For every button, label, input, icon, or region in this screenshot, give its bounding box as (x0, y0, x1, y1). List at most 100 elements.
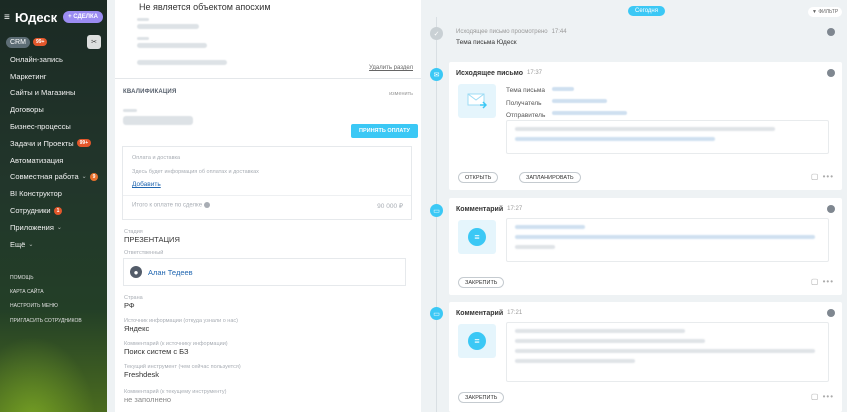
sidebar-menu: Онлайн-запись Маркетинг Сайты и Магазины До… (0, 50, 107, 253)
blur-line (515, 127, 775, 131)
filter-button[interactable]: ▼ ФИЛЬТР (808, 7, 843, 17)
sidebar-item[interactable]: Ещё ⌄ (0, 236, 107, 253)
section-title: Не является объектом апосхим (139, 2, 271, 12)
comment-title: Комментарий (456, 309, 504, 317)
sidebar-footer-link[interactable]: Карта сайта (0, 285, 107, 299)
responsible-box: ● Алан Тедеев (123, 258, 406, 286)
blur-line (515, 225, 585, 229)
more-icon[interactable]: ▢ ••• (811, 172, 834, 181)
sidebar-footer-link[interactable]: Помощь (0, 271, 107, 285)
comment-time: 17:21 (507, 310, 523, 316)
blur-line (515, 329, 685, 333)
counter-badge: 99+ (76, 139, 92, 148)
new-deal-button[interactable]: + СДЕЛКА (63, 11, 103, 23)
blur-line (137, 37, 149, 40)
field-value[interactable]: Поиск систем с БЗ (124, 347, 228, 356)
sidebar-item[interactable]: Сайты и Магазины (0, 85, 107, 102)
field-value[interactable]: Freshdesk (124, 370, 241, 379)
chevron-down-icon: ⌄ (56, 224, 62, 231)
more-icon[interactable]: ▢ ••• (811, 277, 834, 286)
field-value[interactable]: Яндекс (124, 324, 238, 333)
sidebar-item[interactable]: Бизнес-процессы (0, 118, 107, 135)
field-label: Ответственный (124, 250, 164, 256)
sidebar-item[interactable]: Договоры (0, 101, 107, 118)
total-value: 90 000 ₽ (377, 203, 403, 210)
sidebar-item[interactable]: Приложения ⌄ (0, 219, 107, 236)
blurred-fields (137, 18, 413, 65)
accept-payment-button[interactable]: ПРИНЯТЬ ОПЛАТУ (351, 124, 418, 138)
sidebar-item-label: Совместная работа (10, 172, 79, 182)
comment-title: Комментарий (456, 205, 504, 213)
viewed-subject: Тема письма Юдеск (456, 39, 517, 46)
field-value[interactable]: не заполнено (124, 395, 226, 404)
sidebar-item[interactable]: Совместная работа ⌄ 9 (0, 169, 107, 186)
responsible-name[interactable]: Алан Тедеев (148, 268, 193, 277)
sidebar-footer-link[interactable]: Настроить меню (0, 299, 107, 313)
sidebar-item-label: Приложения (10, 222, 54, 232)
deal-section-top: Не является объектом апосхим Удалить раз… (115, 0, 421, 79)
comment-body (506, 218, 829, 262)
sidebar-item[interactable]: Автоматизация (0, 152, 107, 169)
email-meta-values (552, 87, 627, 115)
email-meta-labels: Тема письма Получатель Отправитель (506, 85, 545, 123)
sidebar-item[interactable]: BI Конструктор (0, 185, 107, 202)
sidebar-item-label: Договоры (10, 105, 44, 115)
avatar (827, 309, 835, 317)
sidebar-item-crm[interactable]: CRM (6, 36, 30, 48)
mail-icon (458, 84, 496, 118)
counter-badge: 1 (53, 206, 63, 215)
today-badge: Сегодня (628, 6, 665, 16)
sidebar-item-label: Онлайн-запись (10, 54, 63, 64)
sidebar-item-label: BI Конструктор (10, 189, 62, 199)
viewed-time: 17:44 (551, 29, 567, 35)
divider (123, 195, 411, 196)
chevron-down-icon: ⌄ (28, 241, 34, 248)
delete-section-link[interactable]: Удалить раздел (369, 65, 413, 71)
sidebar-item[interactable]: Онлайн-запись (0, 51, 107, 68)
change-link[interactable]: изменить (389, 91, 413, 97)
more-icon[interactable]: ▢ ••• (811, 392, 834, 401)
blur-line (552, 99, 607, 103)
email-subject-label: Тема письма (506, 87, 545, 94)
blur-line (515, 339, 705, 343)
counter-badge: 9 (89, 172, 99, 181)
viewed-title: Исходящее письмо просмотрено (456, 29, 548, 35)
stage-field: Стадия ПРЕЗЕНТАЦИЯ (124, 229, 180, 244)
scissors-icon[interactable]: ✂ (87, 35, 101, 49)
sidebar: ≡ Юдеск + СДЕЛКА CRM 99+ ✂ Онлайн-запись… (0, 0, 107, 412)
blur-line (552, 87, 574, 91)
logo[interactable]: Юдеск (15, 10, 57, 25)
blur-line (137, 43, 207, 48)
tool-comment-field: Комментарий (к текущему инструменту) не … (124, 389, 226, 404)
qualification-heading: КВАЛИФИКАЦИЯ (123, 89, 177, 95)
pin-button[interactable]: ЗАКРЕПИТЬ (458, 392, 505, 403)
check-icon: ✓ (430, 27, 443, 40)
sidebar-item[interactable]: Маркетинг (0, 68, 107, 85)
blur-line (515, 235, 815, 239)
sidebar-item[interactable]: Задачи и Проекты 99+ (0, 135, 107, 152)
pin-button[interactable]: ЗАКРЕПИТЬ (458, 277, 505, 288)
add-payment-link[interactable]: Добавить (132, 181, 161, 188)
comment-body (506, 322, 829, 382)
sidebar-header: ≡ Юдеск + СДЕЛКА (0, 0, 107, 34)
blur-line (515, 359, 635, 363)
timeline-viewed-item: Исходящее письмо просмотрено 17:44 Тема … (449, 24, 842, 56)
schedule-button[interactable]: ЗАПЛАНИРОВАТЬ (519, 172, 581, 183)
crm-badge: 99+ (32, 38, 48, 46)
sidebar-background-image (0, 322, 107, 412)
timeline-comment-card: Комментарий 17:21 ≡ ЗАКРЕПИТЬ ▢ ••• (449, 302, 842, 412)
avatar: ● (130, 266, 142, 278)
blur-amount (123, 116, 193, 125)
blur-line (552, 111, 627, 115)
open-button[interactable]: ОТКРЫТЬ (458, 172, 499, 183)
payment-box: Оплата и доставка Здесь будет информация… (122, 146, 412, 220)
sidebar-item[interactable]: Сотрудники 1 (0, 202, 107, 219)
menu-icon[interactable]: ≡ (4, 12, 13, 23)
avatar (827, 69, 835, 77)
field-value[interactable]: РФ (124, 301, 143, 310)
blur-line (515, 349, 815, 353)
field-value[interactable]: ПРЕЗЕНТАЦИЯ (124, 235, 180, 244)
total-label: Итого к оплате по сделке (132, 202, 210, 209)
comment-icon: ▭ (430, 307, 443, 320)
payment-hint: Здесь будет информация об оплатах и дост… (132, 169, 259, 175)
